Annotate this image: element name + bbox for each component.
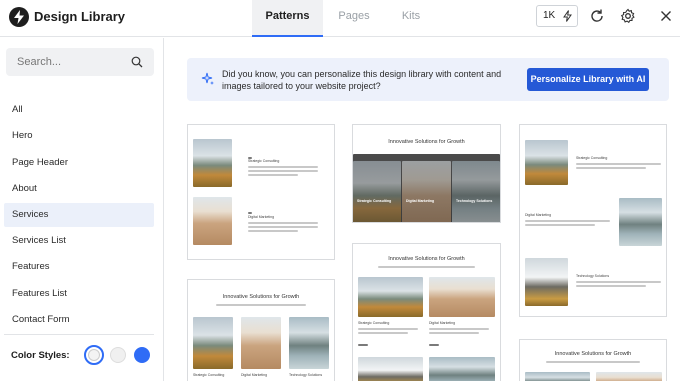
sidebar-item-about[interactable]: About xyxy=(4,177,154,201)
preview-image-mountain xyxy=(193,317,233,369)
pattern-card-services-3[interactable]: Strategic Consulting Digital Marketing T… xyxy=(519,124,667,317)
color-swatch-blue[interactable] xyxy=(134,347,150,363)
refresh-icon[interactable] xyxy=(589,8,605,24)
preview-image-lake xyxy=(619,198,662,246)
sidebar-divider xyxy=(4,334,154,335)
preview-image-lake xyxy=(525,372,590,381)
preview-image-dune xyxy=(596,372,662,381)
color-swatch-gray[interactable] xyxy=(110,347,126,363)
usage-count-button[interactable]: 1K xyxy=(536,5,578,27)
personalize-library-button[interactable]: Personalize Library with AI xyxy=(527,68,649,91)
sidebar-item-services[interactable]: Services xyxy=(4,203,154,227)
sidebar-item-features-list[interactable]: Features List xyxy=(4,282,154,306)
design-library-logo-icon xyxy=(9,7,29,27)
color-swatch-light-selected[interactable] xyxy=(84,345,104,365)
top-header: Design Library Patterns Pages Kits 1K xyxy=(0,0,680,37)
preview-caption: Digital Marketing xyxy=(248,215,275,219)
preview-image-dune xyxy=(241,317,281,369)
ai-banner: Did you know, you can personalize this d… xyxy=(187,58,669,101)
preview-image-lake xyxy=(289,317,329,369)
pattern-gallery: Did you know, you can personalize this d… xyxy=(165,38,680,381)
search-box xyxy=(6,48,154,76)
pattern-card-services-1[interactable]: Strategic Consulting Digital Marketing xyxy=(187,124,335,260)
sidebar-item-hero[interactable]: Hero xyxy=(4,124,154,148)
preview-image-dune xyxy=(193,197,232,245)
pattern-card-services-2[interactable]: Innovative Solutions for Growth Strategi… xyxy=(352,124,501,223)
search-icon[interactable] xyxy=(131,56,143,68)
tab-kits[interactable]: Kits xyxy=(398,0,424,37)
preview-image-snowpeak xyxy=(525,258,568,306)
preview-image-mountain xyxy=(525,140,568,185)
pattern-card-services-4[interactable]: Innovative Solutions for Growth Strategi… xyxy=(187,279,335,381)
sidebar-item-features[interactable]: Features xyxy=(4,255,154,279)
tab-pages[interactable]: Pages xyxy=(336,0,372,37)
sidebar-item-page-header[interactable]: Page Header xyxy=(4,151,154,175)
search-input[interactable] xyxy=(6,48,130,76)
usage-count-label: 1K xyxy=(543,10,556,21)
pattern-card-services-5[interactable]: Innovative Solutions for Growth Strategi… xyxy=(352,243,501,381)
preview-caption: Strategic Consulting xyxy=(248,159,280,163)
close-icon[interactable] xyxy=(658,8,674,24)
preview-dark-band: Strategic Consulting Digital Marketing T… xyxy=(353,154,500,222)
banner-text: Did you know, you can personalize this d… xyxy=(222,69,502,91)
gear-icon[interactable] xyxy=(620,8,636,24)
sidebar: All Hero Page Header About Services Serv… xyxy=(0,38,164,381)
preview-image-lake xyxy=(429,357,495,381)
tab-patterns[interactable]: Patterns xyxy=(252,0,323,37)
sidebar-item-services-list[interactable]: Services List xyxy=(4,229,154,253)
sparkle-icon xyxy=(201,72,214,85)
pattern-card-services-6[interactable]: Innovative Solutions for Growth xyxy=(519,339,667,381)
color-styles-label: Color Styles: xyxy=(11,350,70,361)
preview-title: Innovative Solutions for Growth xyxy=(388,139,465,145)
bolt-icon xyxy=(563,10,572,22)
preview-image-mountain xyxy=(358,277,423,317)
sidebar-item-all[interactable]: All xyxy=(4,98,154,122)
preview-image-mountain xyxy=(193,139,232,187)
sidebar-item-contact-form[interactable]: Contact Form xyxy=(4,308,154,332)
app-title: Design Library xyxy=(34,9,126,24)
preview-image-dune xyxy=(429,277,495,317)
preview-image-snowpeak xyxy=(358,357,423,381)
